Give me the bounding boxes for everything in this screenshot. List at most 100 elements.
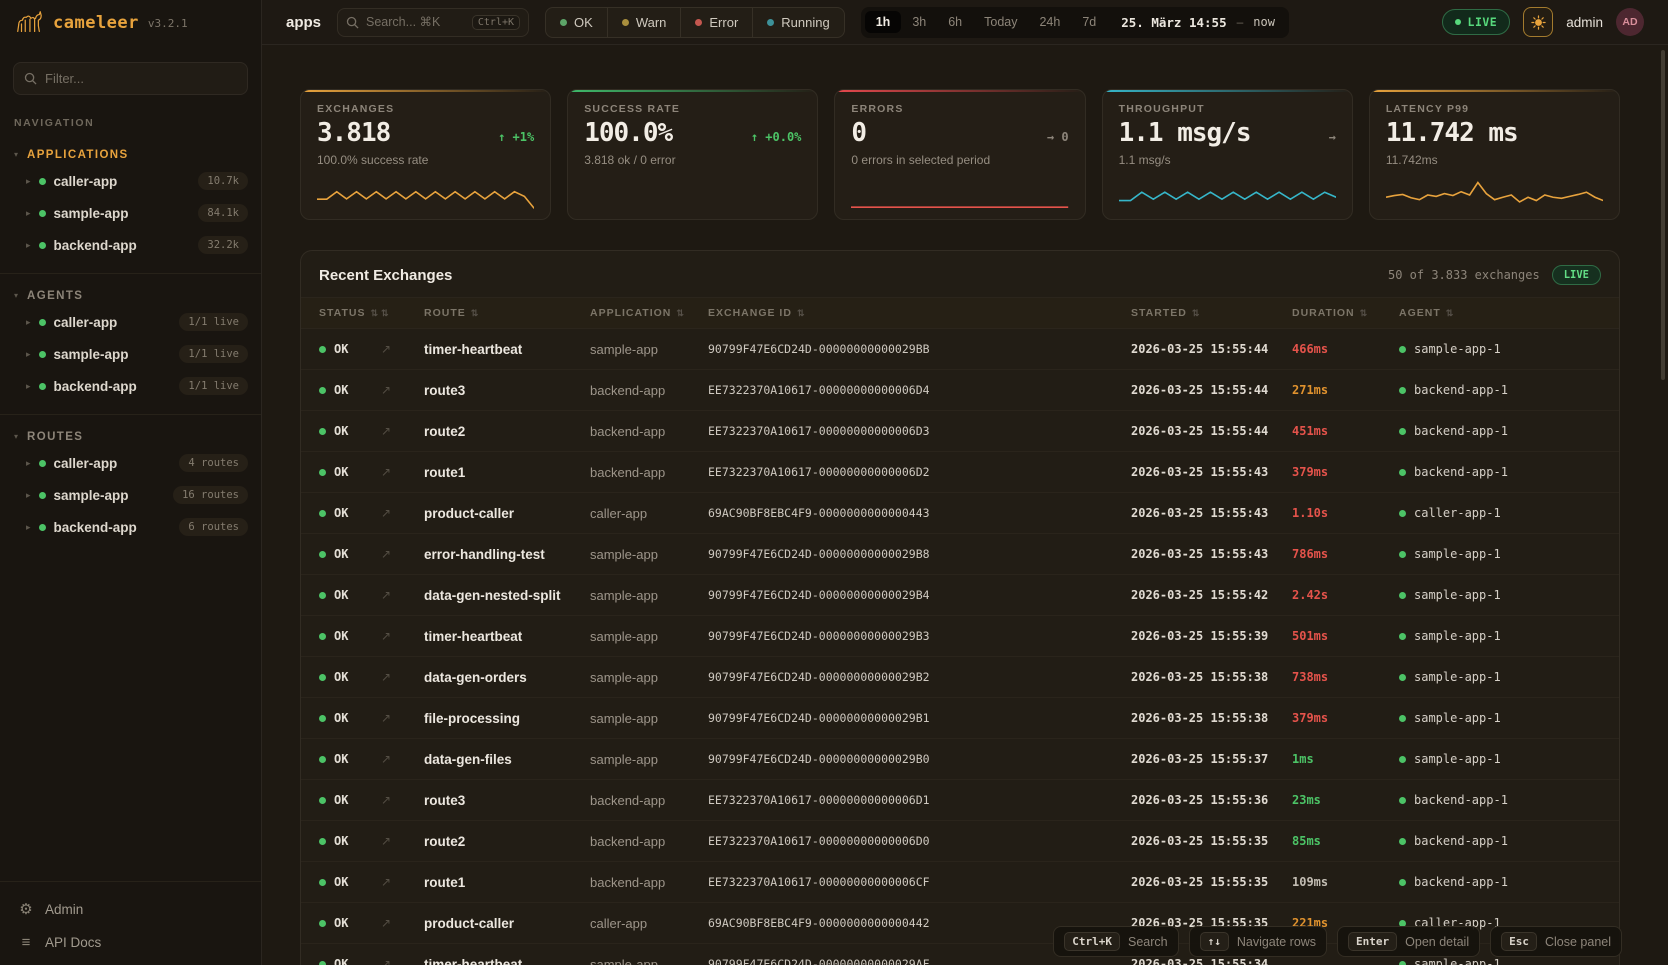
table-row[interactable]: OK↗route3backend-appEE7322370A10617-0000… xyxy=(301,370,1619,411)
table-live-badge[interactable]: LIVE xyxy=(1552,265,1601,285)
column-header-started[interactable]: STARTED⇅ xyxy=(1131,307,1292,319)
avatar[interactable]: AD xyxy=(1616,8,1644,36)
table-row[interactable]: OK↗timer-heartbeatsample-app90799F47E6CD… xyxy=(301,329,1619,370)
global-search-input[interactable] xyxy=(366,15,465,29)
started-cell: 2026-03-25 15:55:43 xyxy=(1131,547,1292,561)
sparkline-chart xyxy=(317,179,534,211)
sidebar-item-routes-sample-app[interactable]: ▸sample-app16 routes xyxy=(0,479,261,511)
exchange-id-cell: 90799F47E6CD24D-00000000000029B8 xyxy=(708,547,1131,561)
duration-cell: 451ms xyxy=(1292,424,1399,438)
status-dot-icon xyxy=(319,674,326,681)
table-row[interactable]: OK↗data-gen-filessample-app90799F47E6CD2… xyxy=(301,739,1619,780)
table-row[interactable]: OK↗route2backend-appEE7322370A10617-0000… xyxy=(301,411,1619,452)
recent-exchanges-panel: Recent Exchanges 50 of 3.833 exchanges L… xyxy=(300,250,1620,965)
column-header-trace[interactable]: ⇅ xyxy=(381,308,424,319)
sort-icon: ⇅ xyxy=(1360,308,1369,319)
table-row[interactable]: OK↗error-handling-testsample-app90799F47… xyxy=(301,534,1619,575)
user-name: admin xyxy=(1566,15,1603,30)
filter-chip-running[interactable]: Running xyxy=(752,8,843,37)
sidebar-section-header-agents[interactable]: ▾AGENTS xyxy=(0,284,261,306)
agent-label: caller-app-1 xyxy=(1414,506,1501,520)
exchange-id-cell: 90799F47E6CD24D-00000000000029B4 xyxy=(708,588,1131,602)
column-header-status[interactable]: STATUS⇅ xyxy=(319,307,381,319)
sidebar-item-label: backend-app xyxy=(54,238,137,253)
column-header-agent[interactable]: AGENT⇅ xyxy=(1399,307,1601,319)
column-header-route[interactable]: ROUTE⇅ xyxy=(424,307,590,319)
exchange-id-cell: 90799F47E6CD24D-00000000000029B3 xyxy=(708,629,1131,643)
started-cell: 2026-03-25 15:55:34 xyxy=(1131,957,1292,965)
time-range-6h[interactable]: 6h xyxy=(937,11,973,33)
table-row[interactable]: OK↗timer-heartbeatsample-app90799F47E6CD… xyxy=(301,616,1619,657)
sidebar-item-applications-backend-app[interactable]: ▸backend-app32.2k xyxy=(0,229,261,261)
stat-card-value: 11.742 ms xyxy=(1386,120,1518,146)
duration-cell: 109ms xyxy=(1292,875,1399,889)
sidebar-item-applications-caller-app[interactable]: ▸caller-app10.7k xyxy=(0,165,261,197)
live-toggle[interactable]: LIVE xyxy=(1442,9,1511,35)
route-cell: route3 xyxy=(424,383,590,398)
column-header-exchange-id[interactable]: EXCHANGE ID⇅ xyxy=(708,307,1131,319)
status-dot-icon xyxy=(319,510,326,517)
time-range-7d[interactable]: 7d xyxy=(1071,11,1107,33)
sidebar-item-agents-caller-app[interactable]: ▸caller-app1/1 live xyxy=(0,306,261,338)
sidebar-filter-input[interactable] xyxy=(45,71,237,86)
started-cell: 2026-03-25 15:55:44 xyxy=(1131,342,1292,356)
time-range-3h[interactable]: 3h xyxy=(901,11,937,33)
application-cell: caller-app xyxy=(590,916,708,931)
sidebar-item-routes-backend-app[interactable]: ▸backend-app6 routes xyxy=(0,511,261,543)
theme-toggle-button[interactable] xyxy=(1523,7,1553,37)
agent-cell: backend-app-1 xyxy=(1399,465,1601,479)
status-cell: OK xyxy=(319,875,381,889)
application-cell: caller-app xyxy=(590,506,708,521)
sun-icon xyxy=(1531,15,1546,30)
column-header-application[interactable]: APPLICATION⇅ xyxy=(590,307,708,319)
sidebar-item-admin[interactable]: ⚙ Admin xyxy=(0,892,261,926)
table-row[interactable]: OK↗data-gen-nested-splitsample-app90799F… xyxy=(301,575,1619,616)
sidebar-item-label: backend-app xyxy=(54,379,137,394)
list-icon: ≡ xyxy=(18,934,34,951)
table-row[interactable]: OK↗route1backend-appEE7322370A10617-0000… xyxy=(301,452,1619,493)
trace-arrow-icon: ↗ xyxy=(381,916,424,930)
filter-chip-error[interactable]: Error xyxy=(680,8,752,37)
status-dot-icon xyxy=(1399,715,1406,722)
chevron-right-icon: ▸ xyxy=(26,522,31,533)
sidebar-item-api-docs[interactable]: ≡ API Docs xyxy=(0,926,261,959)
sidebar-section-header-routes[interactable]: ▾ROUTES xyxy=(0,425,261,447)
table-row[interactable]: OK↗file-processingsample-app90799F47E6CD… xyxy=(301,698,1619,739)
panel-header: Recent Exchanges 50 of 3.833 exchanges L… xyxy=(301,251,1619,297)
sidebar-item-label: sample-app xyxy=(54,347,129,362)
time-range-today[interactable]: Today xyxy=(973,11,1028,33)
sidebar-item-label: caller-app xyxy=(54,456,118,471)
filter-chip-label: Running xyxy=(781,15,829,30)
stat-card-label: THROUGHPUT xyxy=(1119,103,1336,115)
exchange-id-cell: 90799F47E6CD24D-00000000000029B0 xyxy=(708,752,1131,766)
filter-chip-ok[interactable]: OK xyxy=(546,8,607,37)
route-cell: route1 xyxy=(424,875,590,890)
time-range-1h[interactable]: 1h xyxy=(865,11,902,33)
trace-arrow-icon: ↗ xyxy=(381,424,424,438)
agent-label: backend-app-1 xyxy=(1414,834,1508,848)
sidebar-item-agents-sample-app[interactable]: ▸sample-app1/1 live xyxy=(0,338,261,370)
status-dot-icon xyxy=(319,633,326,640)
column-header-duration[interactable]: DURATION⇅ xyxy=(1292,307,1399,319)
table-row[interactable]: OK↗route3backend-appEE7322370A10617-0000… xyxy=(301,780,1619,821)
duration-cell: 379ms xyxy=(1292,465,1399,479)
status-label: OK xyxy=(334,752,348,766)
table-row[interactable]: OK↗data-gen-orderssample-app90799F47E6CD… xyxy=(301,657,1619,698)
time-range-24h[interactable]: 24h xyxy=(1028,11,1071,33)
sidebar-item-routes-caller-app[interactable]: ▸caller-app4 routes xyxy=(0,447,261,479)
filter-chip-warn[interactable]: Warn xyxy=(607,8,681,37)
route-cell: route2 xyxy=(424,424,590,439)
sidebar-item-applications-sample-app[interactable]: ▸sample-app84.1k xyxy=(0,197,261,229)
sort-icon: ⇅ xyxy=(1446,308,1455,319)
agent-cell: sample-app-1 xyxy=(1399,711,1601,725)
sidebar-item-agents-backend-app[interactable]: ▸backend-app1/1 live xyxy=(0,370,261,402)
duration-cell: 379ms xyxy=(1292,711,1399,725)
table-row[interactable]: OK↗product-callercaller-app69AC90BF8EBC4… xyxy=(301,493,1619,534)
table-row[interactable]: OK↗route1backend-appEE7322370A10617-0000… xyxy=(301,862,1619,903)
status-dot-icon xyxy=(39,383,46,390)
scrollbar[interactable] xyxy=(1661,50,1665,380)
status-label: OK xyxy=(334,383,348,397)
started-cell: 2026-03-25 15:55:38 xyxy=(1131,711,1292,725)
table-row[interactable]: OK↗route2backend-appEE7322370A10617-0000… xyxy=(301,821,1619,862)
sidebar-section-header-applications[interactable]: ▾APPLICATIONS xyxy=(0,143,261,165)
